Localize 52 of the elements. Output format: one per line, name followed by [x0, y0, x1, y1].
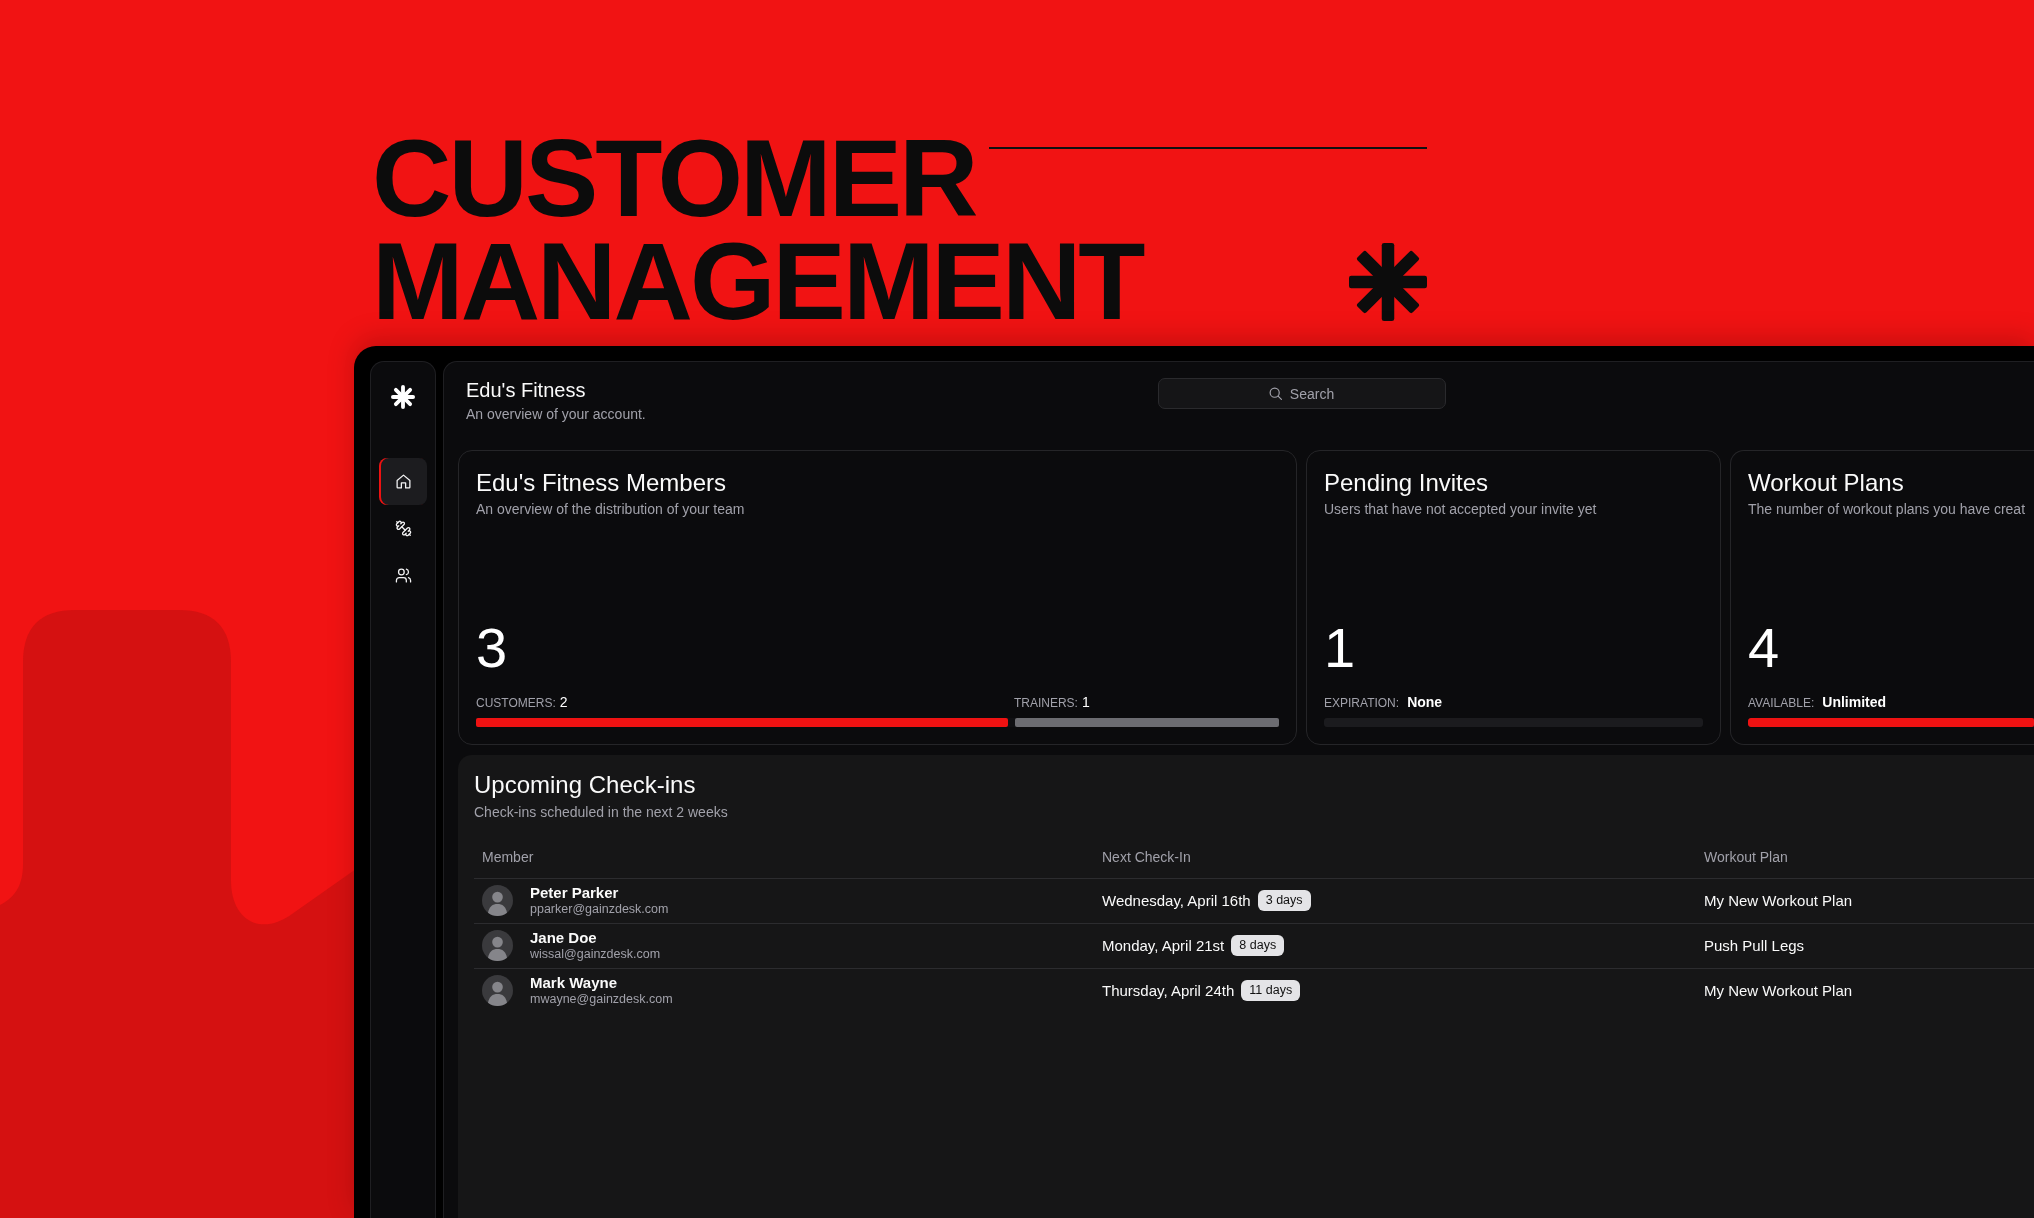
workout-plan-name: My New Workout Plan: [1704, 891, 1853, 909]
days-left-badge: 8 days: [1231, 935, 1285, 956]
days-left-badge: 3 days: [1257, 890, 1311, 911]
stat-label: AVAILABLE:: [1748, 695, 1815, 711]
workout-plan-name: My New Workout Plan: [1704, 981, 1853, 999]
card-title: Edu's Fitness Members: [476, 468, 727, 498]
search-icon: [1269, 387, 1282, 400]
workout-plan-name: Push Pull Legs: [1704, 936, 1805, 954]
checkin-date: Monday, April 21st: [1102, 935, 1225, 956]
checkin-date: Thursday, April 24th: [1102, 980, 1235, 1001]
stat-value: Unlimited: [1822, 694, 1887, 710]
stat-number: 1: [1324, 620, 1356, 676]
card-title: Pending Invites: [1324, 468, 1490, 498]
logo-icon: [391, 385, 415, 409]
member-email: pparker@gainzdesk.com: [530, 902, 669, 917]
home-icon: [394, 473, 412, 490]
stat-label: TRAINERS:: [1013, 695, 1078, 711]
member-name: Jane Doe: [530, 929, 598, 947]
dumbbell-icon: [394, 520, 412, 537]
account-subtitle: An overview of your account.: [466, 405, 647, 424]
asterisk-icon: [1349, 243, 1427, 321]
column-header: Workout Plan: [1696, 838, 2034, 878]
section-subtitle: Check-ins scheduled in the next 2 weeks: [474, 803, 729, 822]
stat-label: EXPIRATION:: [1324, 695, 1400, 711]
days-left-badge: 11 days: [1241, 980, 1301, 1002]
search-field[interactable]: Search: [1158, 378, 1446, 409]
users-icon: [394, 567, 412, 584]
account-title: Edu's Fitness: [466, 378, 587, 402]
stat-label: CUSTOMERS:: [476, 695, 556, 711]
page-title: CUSTOMER: [372, 126, 977, 229]
card-title: Workout Plans: [1748, 468, 1905, 498]
stat-value: 2: [559, 694, 568, 710]
avatar-icon: [482, 975, 513, 1007]
column-header: Next Check-In: [1094, 838, 1696, 878]
avatar-icon: [482, 885, 513, 916]
stat-number: 3: [476, 620, 508, 676]
member-email: wissal@gainzdesk.com: [530, 947, 661, 962]
nav-button[interactable]: [379, 458, 427, 505]
card-subtitle: The number of workout plans you have creat: [1748, 500, 2027, 519]
section-title: Upcoming Check-ins: [474, 770, 697, 800]
page-title: MANAGEMENT: [372, 229, 1145, 332]
avatar-icon: [482, 930, 513, 961]
member-name: Peter Parker: [530, 884, 620, 902]
column-header: Member: [474, 838, 1094, 878]
card-subtitle: An overview of the distribution of your team: [476, 500, 746, 519]
member-name: Mark Wayne: [530, 974, 618, 993]
stat-number: 4: [1748, 620, 1780, 676]
stat-value: None: [1407, 694, 1443, 710]
stat-value: 1: [1081, 694, 1090, 710]
card-subtitle: Users that have not accepted your invite yet: [1324, 500, 1598, 519]
member-email: mwayne@gainzdesk.com: [530, 992, 673, 1008]
checkin-date: Wednesday, April 16th: [1102, 890, 1251, 911]
